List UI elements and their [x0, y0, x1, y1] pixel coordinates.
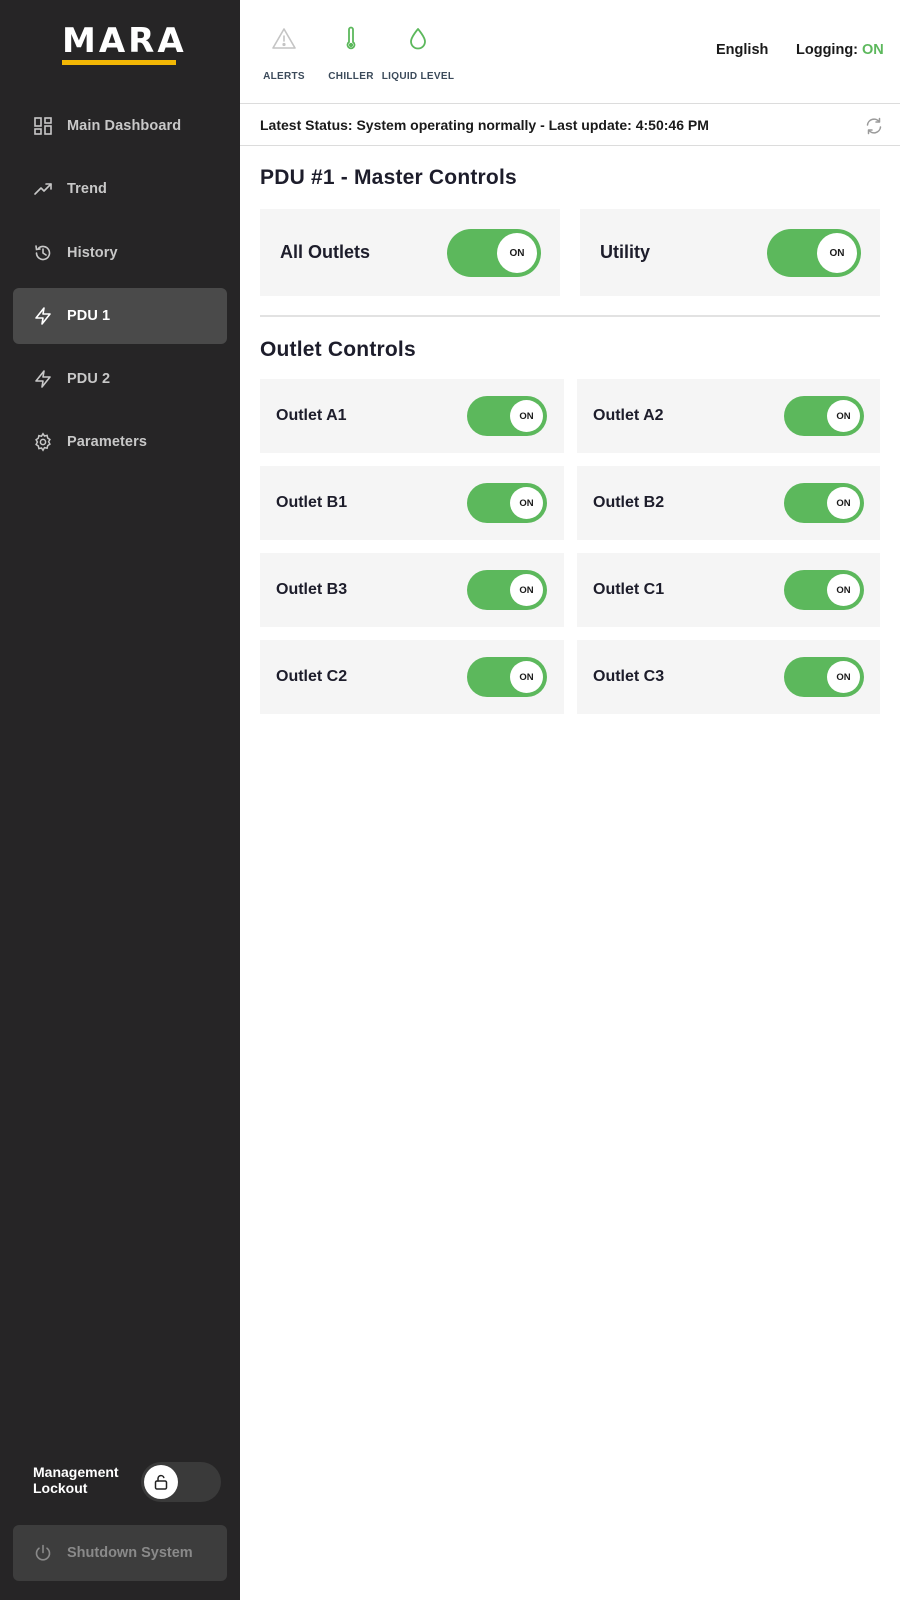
sidebar-item-label: History: [67, 244, 118, 261]
liquid-level-label: LIQUID LEVEL: [381, 71, 455, 82]
outlet-a2-toggle[interactable]: ON: [784, 396, 864, 436]
grid-icon: [33, 116, 53, 136]
toggle-knob: ON: [510, 661, 543, 693]
outlet-label: Outlet B2: [593, 494, 665, 511]
outlet-label: Outlet A2: [593, 407, 664, 424]
sidebar-item-label: Parameters: [67, 434, 147, 451]
sidebar-item-history[interactable]: History: [13, 225, 227, 281]
liquid-level-indicator[interactable]: LIQUID LEVEL: [378, 26, 458, 82]
toggle-knob: ON: [827, 574, 860, 606]
toggle-knob: ON: [510, 574, 543, 606]
toggle-knob: ON: [817, 233, 857, 273]
lockout-knob: [144, 1465, 178, 1499]
outlet-b3-toggle[interactable]: ON: [467, 570, 547, 610]
sidebar-item-trend[interactable]: Trend: [13, 161, 227, 217]
toggle-knob: ON: [510, 487, 543, 519]
outlet-card-b3: Outlet B3 ON: [260, 553, 564, 627]
refresh-icon[interactable]: [864, 116, 884, 136]
outlet-label: Outlet C2: [276, 668, 348, 685]
master-control-utility: Utility ON: [580, 209, 880, 296]
outlet-c1-toggle[interactable]: ON: [784, 570, 864, 610]
logging-status[interactable]: Logging: ON: [796, 42, 884, 58]
history-icon: [33, 243, 53, 263]
language-selector[interactable]: English: [716, 42, 768, 58]
outlet-a1-toggle[interactable]: ON: [467, 396, 547, 436]
outlet-c3-toggle[interactable]: ON: [784, 657, 864, 697]
outlet-card-c2: Outlet C2 ON: [260, 640, 564, 714]
brand-logo: MARA: [62, 21, 187, 65]
master-controls-title: PDU #1 - Master Controls: [260, 166, 517, 189]
sidebar-item-parameters[interactable]: Parameters: [13, 414, 227, 470]
status-bar: Latest Status: System operating normally…: [240, 105, 900, 146]
toggle-knob: ON: [827, 661, 860, 693]
outlet-label: Outlet B1: [276, 494, 348, 511]
management-lockout: Management Lockout: [33, 1462, 223, 1504]
outlet-card-a2: Outlet A2 ON: [577, 379, 880, 453]
control-label: All Outlets: [280, 242, 371, 262]
outlet-label: Outlet C1: [593, 581, 665, 598]
outlet-label: Outlet B3: [276, 581, 348, 598]
toggle-knob: ON: [497, 233, 537, 273]
section-divider: [260, 315, 880, 317]
outlet-card-b2: Outlet B2 ON: [577, 466, 880, 540]
outlet-controls-title: Outlet Controls: [260, 338, 416, 361]
trend-icon: [33, 179, 53, 199]
outlet-card-c3: Outlet C3 ON: [577, 640, 880, 714]
outlet-label: Outlet C3: [593, 668, 665, 685]
utility-toggle[interactable]: ON: [767, 229, 861, 277]
sidebar-item-label: Main Dashboard: [67, 118, 182, 134]
toggle-knob: ON: [827, 487, 860, 519]
outlet-label: Outlet A1: [276, 407, 347, 424]
shutdown-button[interactable]: Shutdown System: [13, 1525, 227, 1581]
sidebar-nav: Main Dashboard Trend History PDU 1 PDU 2: [13, 98, 227, 478]
power-icon: [33, 1543, 53, 1563]
toggle-knob: ON: [510, 400, 543, 432]
outlet-b2-toggle[interactable]: ON: [784, 483, 864, 523]
outlet-card-a1: Outlet A1 ON: [260, 379, 564, 453]
lockout-label-line2: Lockout: [33, 1480, 88, 1496]
control-label: Utility: [600, 242, 651, 262]
unlock-icon: [154, 1474, 168, 1490]
sidebar-item-pdu-1[interactable]: PDU 1: [13, 287, 227, 344]
all-outlets-toggle[interactable]: ON: [447, 229, 541, 277]
outlet-b1-toggle[interactable]: ON: [467, 483, 547, 523]
sidebar-item-pdu-2[interactable]: PDU 2: [13, 351, 227, 407]
lockout-label-line1: Management: [33, 1464, 119, 1480]
shutdown-label: Shutdown System: [67, 1545, 193, 1561]
gear-icon: [33, 432, 53, 453]
outlet-card-b1: Outlet B1 ON: [260, 466, 564, 540]
droplet-icon: [410, 28, 426, 50]
alert-triangle-icon: [272, 28, 296, 49]
top-header: ALERTS CHILLER LIQUID LEVEL English Logg…: [240, 0, 900, 104]
brand-name: MARA: [62, 21, 187, 61]
logging-label: Logging:: [796, 42, 859, 58]
thermometer-icon: [346, 26, 356, 50]
bolt-icon: [33, 306, 53, 326]
outlet-card-c1: Outlet C1 ON: [577, 553, 880, 627]
sidebar-item-label: PDU 2: [67, 371, 111, 388]
status-text: Latest Status: System operating normally…: [260, 117, 709, 133]
toggle-knob: ON: [827, 400, 860, 432]
sidebar-item-main-dashboard[interactable]: Main Dashboard: [13, 98, 227, 154]
sidebar-item-label: PDU 1: [67, 307, 111, 324]
lockout-label: Management Lockout: [33, 1464, 133, 1496]
lockout-toggle[interactable]: [141, 1462, 221, 1502]
sidebar-item-label: Trend: [67, 181, 107, 198]
outlet-c2-toggle[interactable]: ON: [467, 657, 547, 697]
logging-value: ON: [862, 42, 884, 58]
bolt-icon: [33, 369, 53, 389]
master-control-all-outlets: All Outlets ON: [260, 209, 560, 296]
sidebar: MARA Main Dashboard Trend History PDU 1 …: [0, 0, 240, 1600]
